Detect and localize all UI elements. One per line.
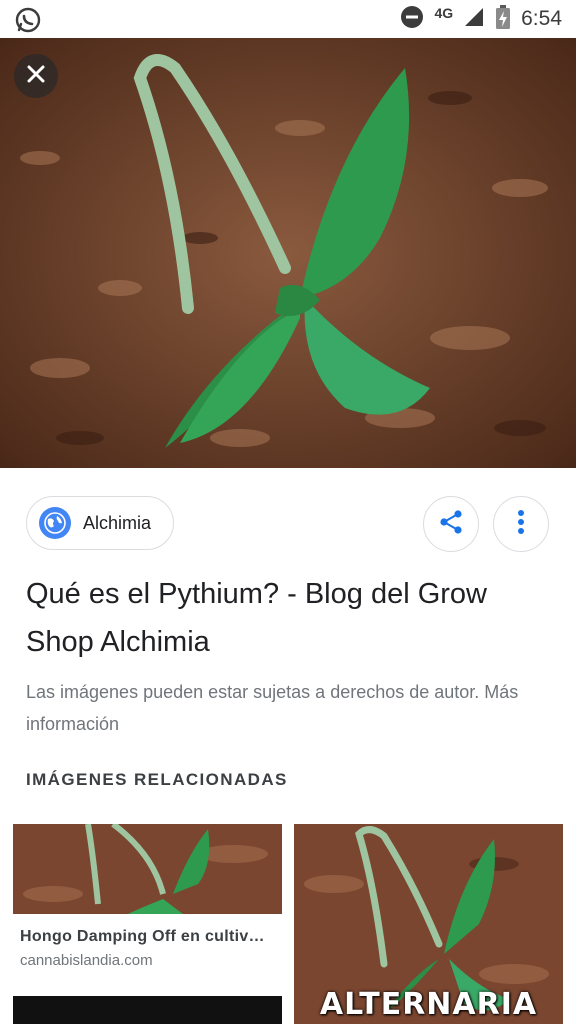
- more-vert-icon: [517, 509, 525, 540]
- related-item[interactable]: ALTERNARIA: [294, 824, 563, 1024]
- related-watermark: ALTERNARIA: [319, 987, 538, 1022]
- related-thumbnail: [13, 824, 282, 914]
- dnd-icon: [400, 5, 424, 34]
- close-icon: [26, 64, 46, 89]
- main-image[interactable]: [0, 38, 576, 468]
- close-button[interactable]: [14, 54, 58, 98]
- related-domain: cannabislandia.com: [20, 952, 153, 969]
- share-button[interactable]: [423, 496, 479, 552]
- signal-icon: [463, 6, 485, 33]
- status-bar: 4G 6:54: [0, 0, 576, 38]
- related-item[interactable]: Hongo Damping Off en cultiv… cannabislan…: [13, 824, 282, 984]
- clock: 6:54: [521, 7, 562, 30]
- whatsapp-icon: [14, 6, 42, 39]
- related-heading: IMÁGENES RELACIONADAS: [26, 770, 288, 789]
- source-chip[interactable]: Alchimia: [26, 496, 175, 550]
- image-title[interactable]: Qué es el Pythium? - Blog del Grow Shop …: [26, 570, 551, 666]
- share-icon: [438, 509, 464, 540]
- copyright-notice[interactable]: Las imágenes pueden estar sujetas a dere…: [26, 676, 556, 740]
- source-name: Alchimia: [83, 512, 152, 533]
- network-type: 4G: [434, 5, 454, 21]
- related-caption: Hongo Damping Off en cultiv…: [20, 928, 265, 945]
- battery-icon: [495, 4, 511, 35]
- related-item[interactable]: [13, 996, 282, 1024]
- globe-icon: [39, 507, 71, 539]
- more-options-button[interactable]: [493, 496, 549, 552]
